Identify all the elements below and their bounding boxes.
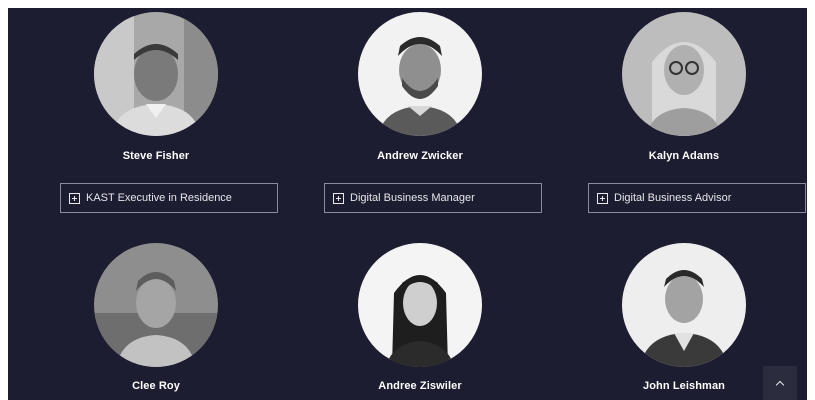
avatar <box>94 12 218 136</box>
avatar <box>358 12 482 136</box>
avatar <box>94 243 218 367</box>
plus-square-icon <box>333 192 344 204</box>
role-label: KAST Executive in Residence <box>86 192 232 204</box>
plus-square-icon <box>69 192 80 204</box>
role-label: Digital Business Advisor <box>614 192 732 204</box>
member-name: Steve Fisher <box>122 150 190 162</box>
role-toggle[interactable]: Digital Business Manager <box>324 183 542 213</box>
chevron-up-icon <box>775 380 785 389</box>
avatar <box>622 243 746 367</box>
team-section: Steve Fisher KAST Executive in Residence… <box>8 8 807 400</box>
avatar <box>622 12 746 136</box>
scroll-to-top-button[interactable] <box>763 366 797 400</box>
member-name: Clee Roy <box>132 380 180 392</box>
plus-square-icon <box>597 192 608 204</box>
member-name: Andree Ziswiler <box>378 380 462 392</box>
avatar <box>358 243 482 367</box>
role-toggle[interactable]: KAST Executive in Residence <box>60 183 278 213</box>
role-label: Digital Business Manager <box>350 192 475 204</box>
role-toggle[interactable]: Digital Business Advisor <box>588 183 806 213</box>
member-name: Kalyn Adams <box>648 150 720 162</box>
member-name: Andrew Zwicker <box>377 150 463 162</box>
